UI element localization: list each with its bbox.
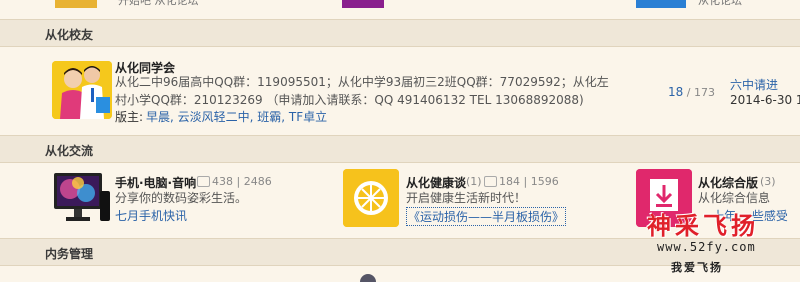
- forum-description: 村小学QQ群：210123269 （申请加入请联系：QQ 491406132 T…: [115, 93, 584, 107]
- forum-stat-text: 184 | 1596: [499, 175, 559, 188]
- forum-description: 分享你的数码姿彩生活。: [115, 191, 248, 205]
- forum-stats: 184 | 1596: [480, 175, 559, 188]
- moderator-label: 版主:: [115, 110, 144, 124]
- forum-title[interactable]: 从化健康谈: [406, 174, 466, 191]
- forum-title[interactable]: 从化综合版: [698, 174, 758, 191]
- forum-stats: 438 | 2486: [193, 175, 272, 188]
- watermark: 神采飞扬 www.52fy.com 我爱飞扬: [615, 198, 800, 278]
- last-post-link[interactable]: 《运动损伤——半月板损伤》: [406, 207, 567, 226]
- forum-icon-partial: [636, 0, 686, 8]
- section-title: 内务管理: [45, 247, 94, 261]
- posts-icon: [484, 175, 497, 187]
- top-strip-text-2: 从化论坛: [698, 0, 742, 7]
- previous-row: 开始吧 从化论坛 从化论坛: [0, 0, 800, 14]
- forum-new-count: (3): [760, 175, 776, 188]
- forum-stats: 18 / 173: [668, 85, 715, 99]
- watermark-brand: 神采飞扬: [647, 212, 759, 240]
- moderator-list[interactable]: 早晨, 云淡风轻二中, 班霸, TF卓立: [146, 109, 327, 126]
- post-count: 173: [694, 86, 715, 99]
- forum-stat-text: 438 | 2486: [212, 175, 272, 188]
- posts-icon: [197, 175, 210, 187]
- last-post-link[interactable]: 六中请进: [730, 76, 778, 93]
- section-title: 从化校友: [45, 28, 94, 42]
- stat-separator: /: [686, 86, 691, 99]
- topic-count: 18: [668, 85, 684, 99]
- forum-description: 开启健康生活新时代！: [406, 191, 527, 205]
- forum-icon-students[interactable]: [52, 61, 112, 119]
- watermark-url: www.52fy.com: [657, 240, 756, 254]
- section-header-alumni[interactable]: 从化校友: [0, 19, 800, 47]
- forum-icon-partial: [360, 274, 376, 282]
- last-post-time: 2014-6-30 18: [730, 93, 800, 107]
- section-header-exchange[interactable]: 从化交流: [0, 135, 800, 163]
- forum-icon-partial: [55, 0, 97, 8]
- forum-icon-orange[interactable]: [343, 169, 399, 227]
- forum-row-alumni: 从化同学会 从化二中96届高中QQ群：119095501；从化中学93届初三2班…: [0, 47, 800, 133]
- forum-icon-partial: [342, 0, 384, 8]
- watermark-tagline: 我爱飞扬: [671, 261, 723, 274]
- forum-icon-monitor[interactable]: [52, 169, 112, 227]
- forum-description: 从化二中96届高中QQ群：119095501；从化中学93届初三2班QQ群：77…: [115, 75, 609, 89]
- section-title: 从化交流: [45, 144, 94, 158]
- last-post-link[interactable]: 七月手机快讯: [115, 207, 187, 224]
- forum-title[interactable]: 手机·电脑·音响: [115, 174, 196, 191]
- top-strip-text-1: 开始吧 从化论坛: [118, 0, 199, 7]
